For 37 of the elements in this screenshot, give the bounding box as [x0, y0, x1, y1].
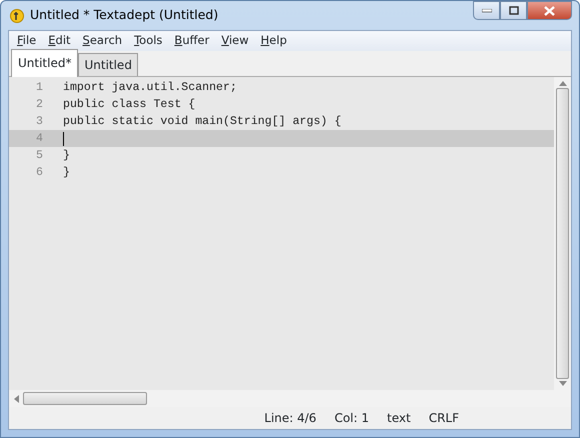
status-text: Line: 4/6: [264, 410, 316, 427]
menu-item[interactable]: View: [215, 32, 255, 50]
menu-item[interactable]: Search: [76, 32, 128, 50]
maximize-button[interactable]: [500, 1, 527, 20]
minimize-button[interactable]: [473, 1, 500, 20]
code-line: }: [62, 148, 70, 164]
menu-item[interactable]: Edit: [42, 32, 77, 50]
code-line: }: [62, 164, 70, 181]
app-logo-icon: [8, 8, 24, 24]
window-title: Untitled * Textadept (Untitled): [30, 6, 218, 24]
close-icon: [544, 6, 555, 16]
scroll-down-icon[interactable]: [558, 381, 566, 386]
tab[interactable]: Untitled*: [11, 49, 78, 77]
line-number: 3: [35, 114, 43, 130]
code-line: public class Test {: [62, 96, 196, 113]
maximize-icon: [508, 6, 518, 15]
code-line: public static void main(String[] args) {: [62, 114, 342, 130]
line-number: 6: [35, 164, 43, 181]
line-number: 1: [35, 80, 43, 96]
menu-item[interactable]: Tools: [128, 32, 168, 50]
minimize-icon: [482, 8, 492, 12]
line-number: 2: [35, 96, 43, 113]
text-cursor: [63, 132, 64, 146]
status-text: CRLF: [428, 410, 459, 427]
code-line: import java.util.Scanner;: [62, 80, 237, 96]
menu-item[interactable]: Help: [254, 32, 293, 50]
vertical-scrollbar[interactable]: [554, 77, 571, 390]
tab[interactable]: Untitled: [78, 53, 138, 76]
scroll-up-icon[interactable]: [558, 81, 566, 86]
status-text: Col: 1: [334, 410, 369, 427]
close-button[interactable]: [527, 1, 572, 20]
line-number: 5: [35, 148, 43, 164]
status-text: text: [387, 410, 411, 427]
menu-item[interactable]: File: [11, 32, 42, 50]
scroll-left-icon[interactable]: [14, 394, 19, 402]
line-number: 4: [35, 130, 43, 147]
menu-item[interactable]: Buffer: [168, 32, 216, 50]
